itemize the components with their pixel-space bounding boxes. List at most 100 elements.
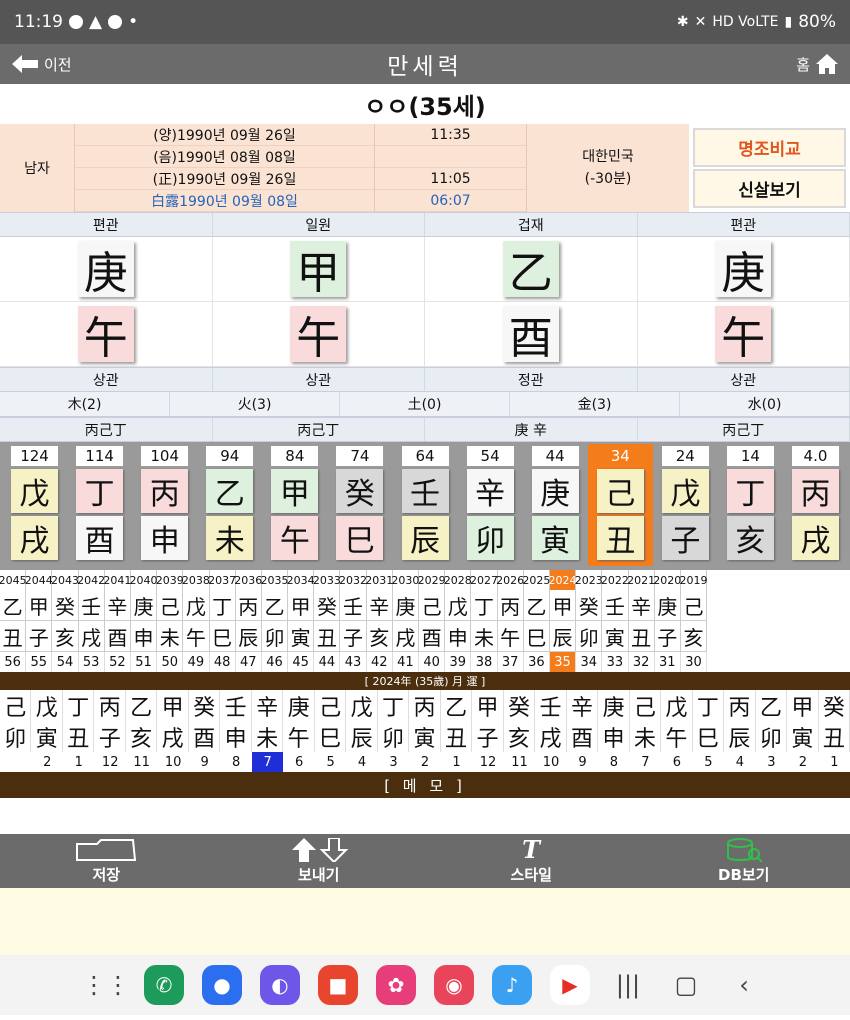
year-stem: 乙 [523, 590, 550, 621]
heavenly-stem[interactable]: 甲 [290, 241, 347, 299]
save-button[interactable]: 저장 [0, 834, 213, 888]
heavenly-stem[interactable]: 庚 [715, 241, 772, 299]
memo-bar[interactable]: [ 메 모 ] [0, 772, 850, 798]
notes-app-icon[interactable]: ■ [318, 965, 358, 1005]
month-stem: 丙 [94, 690, 126, 721]
daeun-stem: 乙 [206, 469, 254, 513]
year-stem: 癸 [52, 590, 79, 621]
daeun-column[interactable]: 54 辛卯 [458, 444, 523, 566]
heavenly-stem[interactable]: 乙 [502, 241, 559, 299]
send-button[interactable]: 보내기 [213, 834, 426, 888]
month-branch: 申 [220, 721, 252, 752]
month-stem: 辛 [252, 690, 284, 721]
month-stem: 癸 [819, 690, 850, 721]
style-button[interactable]: T 스타일 [425, 834, 638, 888]
pillar-top-label: 겁재 [425, 213, 638, 236]
daeun-column-current[interactable]: 34 己丑 [587, 444, 653, 566]
daeun-column[interactable]: 124 戊戌 [2, 444, 67, 566]
daeun-column[interactable]: 24 戊子 [653, 444, 718, 566]
month-number: 12 [479, 754, 497, 770]
daeun-stem: 丙 [141, 469, 189, 513]
month-branch: 酉 [567, 721, 599, 752]
daeun-column[interactable]: 104 丙申 [132, 444, 197, 566]
db-label: DB보기 [718, 865, 770, 884]
recents-icon[interactable]: ||| [608, 965, 648, 1005]
month-stem: 甲 [472, 690, 504, 721]
year-branch: 酉 [419, 621, 446, 652]
month-branch: 午 [661, 721, 693, 752]
daeun-stem: 戊 [661, 469, 709, 513]
month-stem: 甲 [787, 690, 819, 721]
four-pillars: 庚 午 甲 午 乙 酉 庚 午 [0, 237, 850, 367]
daeun-column[interactable]: 84 甲午 [262, 444, 327, 566]
daeun-branch: 午 [271, 516, 319, 560]
year-stem: 丙 [235, 590, 262, 621]
app-drawer-icon[interactable]: ⋮⋮ [82, 965, 130, 1005]
month-number: 6 [672, 754, 682, 770]
month-stem: 甲 [157, 690, 189, 721]
internet-app-icon[interactable]: ◐ [260, 965, 300, 1005]
year-age: 33 [602, 652, 629, 672]
daeun-stem: 丁 [76, 469, 124, 513]
messages-app-icon[interactable]: ● [202, 965, 242, 1005]
daeun-column[interactable]: 64 壬辰 [392, 444, 457, 566]
month-branch: 辰 [346, 721, 378, 752]
memo-area[interactable] [0, 798, 850, 834]
phone-app-icon[interactable]: ✆ [144, 965, 184, 1005]
daeun-branch: 未 [206, 516, 254, 560]
back-nav-icon[interactable]: ‹ [724, 965, 764, 1005]
daeun-column[interactable]: 14 丁亥 [718, 444, 783, 566]
earthly-branch[interactable]: 午 [715, 306, 772, 364]
earthly-branch[interactable]: 酉 [502, 306, 559, 364]
camera-app-icon[interactable]: ◉ [434, 965, 474, 1005]
month-branch: 丑 [819, 721, 850, 752]
arrow-left-icon [12, 55, 38, 73]
earthly-branch[interactable]: 午 [290, 306, 347, 364]
daeun-age: 14 [726, 446, 774, 466]
year-label: 2032 [339, 570, 367, 590]
title-bar: 이전 만세력 홈 [0, 44, 850, 84]
year-label: 2038 [182, 570, 210, 590]
year-label: 2042 [77, 570, 105, 590]
home-nav-icon[interactable]: ▢ [666, 965, 706, 1005]
birth-place: 대한민국 (-30분) [527, 124, 689, 212]
daeun-stem: 丙 [791, 469, 839, 513]
upload-download-icon [291, 837, 349, 862]
youtube-app-icon[interactable]: ▶ [550, 965, 590, 1005]
sinsal-button[interactable]: 신살보기 [693, 169, 846, 208]
month-number: 8 [231, 754, 241, 770]
year-age: 41 [393, 652, 419, 672]
music-app-icon[interactable]: ♪ [492, 965, 532, 1005]
heavenly-stem[interactable]: 庚 [77, 241, 134, 299]
yearly-luck-grid: 2045 2044 2043 2042 2041 2040 2039 2038 2037 2036… [0, 568, 850, 672]
database-search-icon [726, 837, 763, 862]
warning-icon: ▲ [89, 12, 103, 32]
daeun-column[interactable]: 114 丁酉 [67, 444, 132, 566]
country-label: 대한민국 [582, 149, 634, 165]
daeun-column[interactable]: 94 乙未 [197, 444, 262, 566]
daeun-stem: 癸 [336, 469, 384, 513]
back-button[interactable]: 이전 [12, 54, 72, 75]
month-stem: 乙 [126, 690, 158, 721]
daeun-column[interactable]: 74 癸巳 [327, 444, 392, 566]
month-branch: 丑 [441, 721, 473, 752]
year-stem: 乙 [261, 590, 289, 621]
year-stem: 乙 [0, 590, 27, 621]
mute-icon: ✕ [694, 14, 707, 30]
year-age: 45 [288, 652, 315, 672]
month-branch: 寅 [31, 721, 63, 752]
earthly-branch[interactable]: 午 [77, 306, 134, 364]
gallery-app-icon[interactable]: ✿ [376, 965, 416, 1005]
db-view-button[interactable]: DB보기 [638, 834, 850, 888]
home-button[interactable]: 홈 [796, 54, 838, 75]
month-stem: 丁 [693, 690, 725, 721]
year-branch: 丑 [628, 621, 655, 652]
compare-button[interactable]: 명조비교 [693, 128, 846, 167]
daeun-branch: 卯 [466, 516, 514, 560]
daeun-column[interactable]: 4.0 丙戌 [783, 444, 848, 566]
month-stem: 辛 [567, 690, 599, 721]
year-label: 2033 [313, 570, 341, 590]
year-label: 2035 [260, 570, 288, 590]
year-label: 2027 [470, 570, 498, 590]
daeun-column[interactable]: 44 庚寅 [523, 444, 588, 566]
